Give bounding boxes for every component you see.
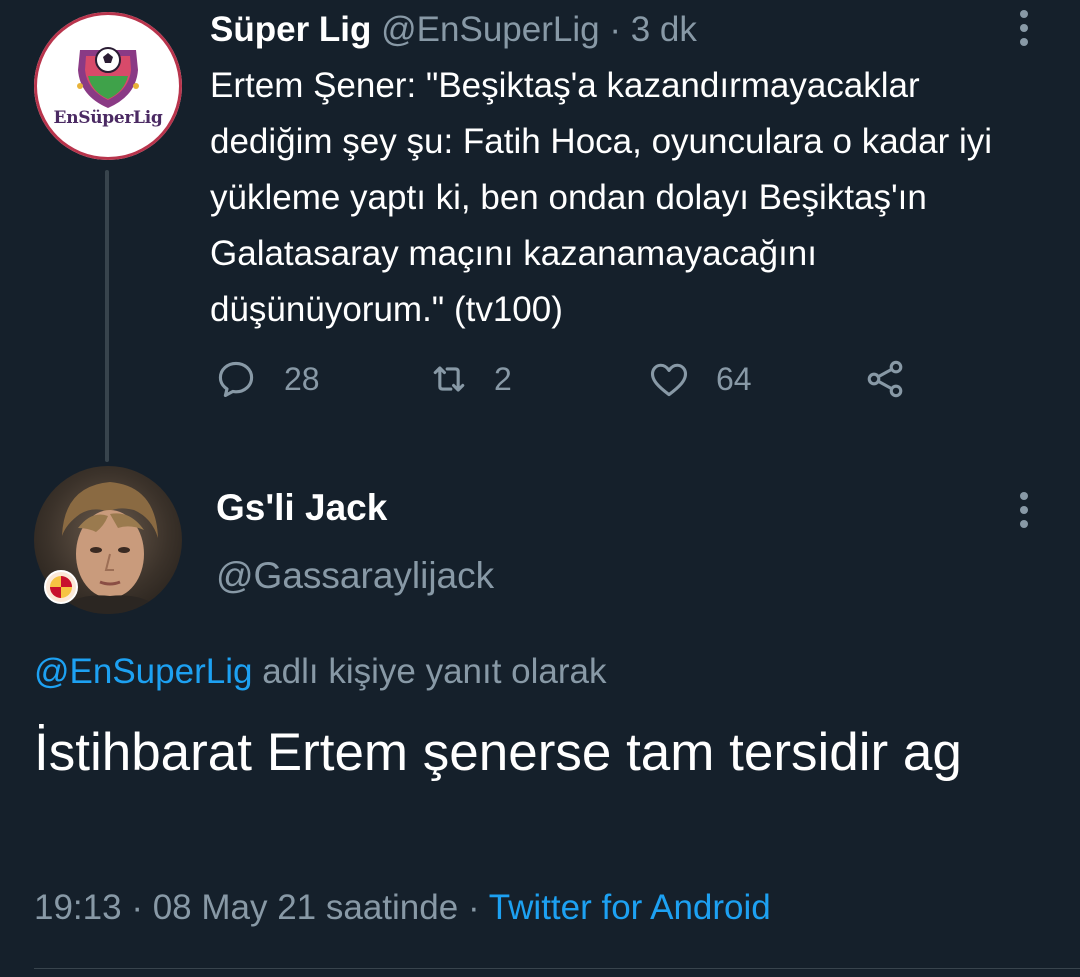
reply-context: @EnSuperLig adlı kişiye yanıt olarak bbox=[34, 648, 607, 696]
reply-to-mention-link[interactable]: @EnSuperLig bbox=[34, 652, 252, 691]
header-separator: · bbox=[609, 10, 621, 49]
heart-icon bbox=[650, 363, 688, 397]
avatar-ensuperlig[interactable]: EnSüperLig bbox=[34, 12, 182, 160]
reply-tweet-text: İstihbarat Ertem şenerse tam tersidir ag bbox=[34, 723, 962, 782]
avatar-logo-text: EnSüperLig bbox=[53, 108, 163, 128]
share-icon bbox=[867, 360, 903, 398]
tweet-action-bar: 28 2 64 bbox=[214, 352, 934, 406]
like-count: 64 bbox=[716, 360, 752, 397]
retweet-count: 2 bbox=[494, 360, 512, 397]
more-vertical-icon[interactable] bbox=[1019, 492, 1029, 528]
reply-author-handle[interactable]: @Gassaraylijack bbox=[216, 552, 494, 600]
divider bbox=[34, 968, 1080, 969]
tweet-metadata: 19:13 · 08 May 21 saatinde · Twitter for… bbox=[34, 884, 771, 932]
retweet-button[interactable]: 2 bbox=[426, 352, 512, 406]
reply-count: 28 bbox=[284, 360, 320, 397]
like-button[interactable]: 64 bbox=[646, 352, 752, 406]
reply-context-text: adlı kişiye yanıt olarak bbox=[262, 652, 607, 691]
tweet-date: 08 May 21 saatinde bbox=[152, 888, 459, 927]
parent-author-name[interactable]: Süper Lig bbox=[210, 10, 371, 49]
share-button[interactable] bbox=[862, 352, 908, 406]
tweet-time: 19:13 bbox=[34, 888, 122, 927]
parent-time-ago[interactable]: 3 dk bbox=[631, 10, 697, 49]
retweet-icon bbox=[433, 366, 465, 392]
reply-button[interactable]: 28 bbox=[214, 352, 320, 406]
meta-separator: · bbox=[131, 888, 143, 927]
galatasaray-badge-icon bbox=[44, 570, 78, 604]
thread-connector-line bbox=[105, 170, 109, 462]
more-vertical-icon[interactable] bbox=[1019, 10, 1029, 46]
reply-icon bbox=[218, 361, 254, 398]
tweet-source-link[interactable]: Twitter for Android bbox=[489, 888, 771, 927]
parent-tweet-header: Süper Lig @EnSuperLig · 3 dk bbox=[210, 8, 697, 52]
meta-separator: · bbox=[467, 888, 480, 927]
parent-tweet-text: Ertem Şener: "Beşiktaş'a kazandırmayacak… bbox=[210, 66, 1002, 329]
ensuperlig-logo-graphic bbox=[77, 47, 139, 108]
parent-author-handle[interactable]: @EnSuperLig bbox=[381, 10, 599, 49]
reply-author-name[interactable]: Gs'li Jack bbox=[216, 484, 387, 532]
